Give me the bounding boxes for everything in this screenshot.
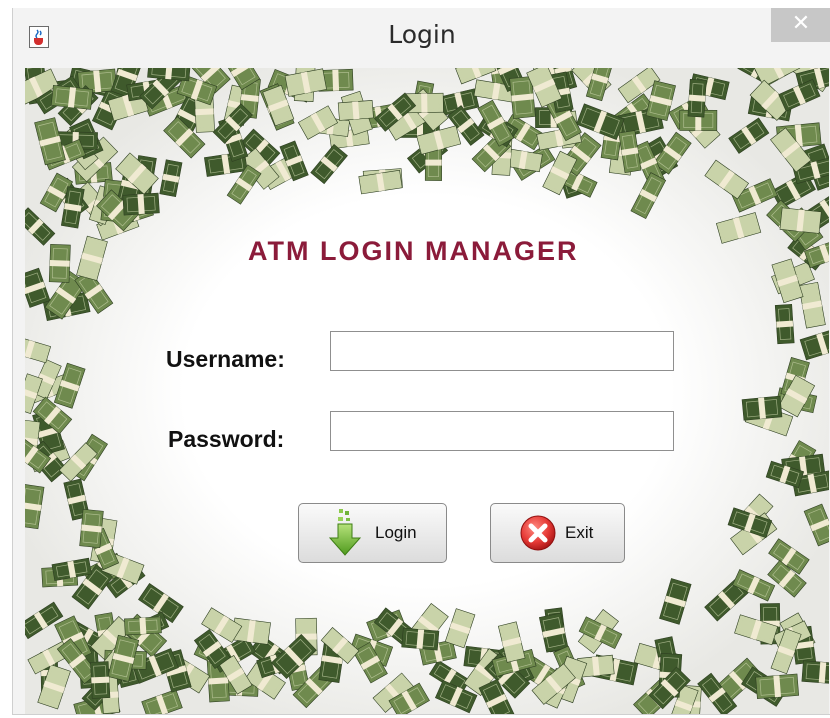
password-input[interactable] (330, 411, 674, 451)
exit-button[interactable]: Exit (490, 503, 625, 563)
title-bar[interactable]: Login ✕ (13, 8, 830, 68)
password-label: Password: (168, 426, 285, 452)
page-title: ATM LOGIN MANAGER (248, 236, 579, 266)
login-panel: ATM LOGIN MANAGER Username: Password: Lo… (25, 68, 829, 714)
window-title: Login (388, 20, 456, 49)
close-button[interactable]: ✕ (771, 8, 830, 42)
login-button-label: Login (375, 523, 417, 542)
login-button[interactable]: Login (298, 503, 447, 563)
login-window: Login ✕ ATM LOGIN MANAGER Username: Pass… (12, 8, 830, 715)
username-label: Username: (166, 346, 285, 372)
green-down-arrow-icon (325, 507, 365, 559)
money-background-image (25, 68, 829, 714)
red-x-circle-icon (519, 514, 557, 552)
username-input[interactable] (330, 331, 674, 371)
exit-button-label: Exit (565, 523, 594, 542)
